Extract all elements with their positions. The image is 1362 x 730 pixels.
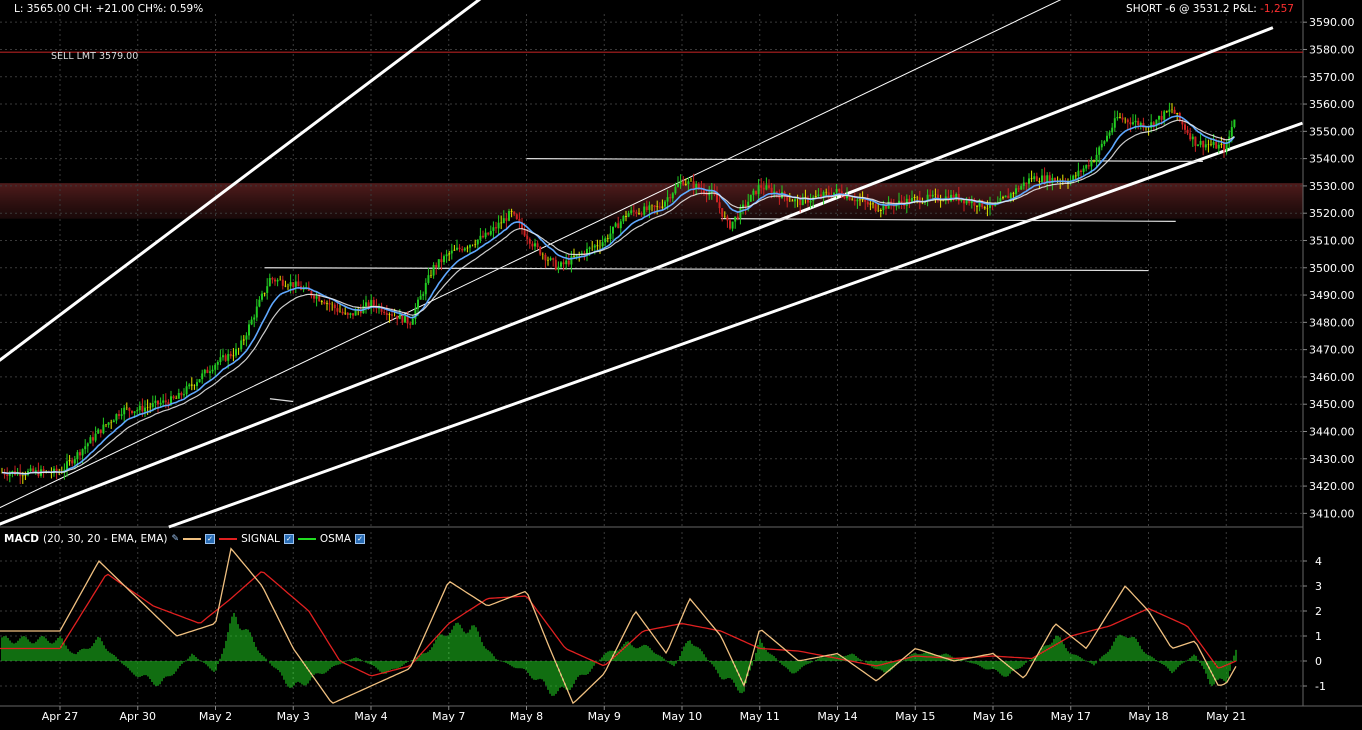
support-resistance-line <box>269 398 294 403</box>
price-tick-label: 3430.00 <box>1309 453 1355 466</box>
macd-params: (20, 30, 20 - EMA, EMA) <box>43 533 168 545</box>
time-tick-label: May 18 <box>1128 710 1168 723</box>
price-tick-label: 3560.00 <box>1309 98 1355 111</box>
sell-limit-order-label[interactable]: SELL LMT 3579.00 <box>51 51 138 62</box>
price-chart[interactable]: 3410.00 3420.00 3430.00 3440.00 3450.00 3460.… <box>0 0 1362 730</box>
price-tick-label: 3460.00 <box>1309 371 1355 384</box>
macd-title: MACD <box>4 533 39 545</box>
pnl-value: -1,257 <box>1260 3 1294 15</box>
macd-legend: MACD (20, 30, 20 - EMA, EMA) ✎ ✓ SIGNAL … <box>4 532 370 546</box>
price-tick-label: 3590.00 <box>1309 16 1355 29</box>
channel-middle-line <box>0 26 1274 526</box>
price-tick-label: 3550.00 <box>1309 125 1355 138</box>
price-tick-label: 3470.00 <box>1309 344 1355 357</box>
time-tick-label: May 16 <box>973 710 1013 723</box>
time-tick-label: Apr 27 <box>42 710 79 723</box>
price-tick-label: 3540.00 <box>1309 153 1355 166</box>
price-tick-label: 3580.00 <box>1309 43 1355 56</box>
time-tick-label: May 8 <box>510 710 543 723</box>
signal-toggle-checkbox[interactable]: ✓ <box>283 534 294 544</box>
price-tick-label: 3440.00 <box>1309 425 1355 438</box>
time-tick-label: May 9 <box>588 710 621 723</box>
price-tick-label: 3500.00 <box>1309 262 1355 275</box>
price-tick-label: 3570.00 <box>1309 71 1355 84</box>
time-tick-label: May 14 <box>817 710 857 723</box>
signal-swatch <box>219 538 238 540</box>
macd-tick-label: 1 <box>1315 630 1322 643</box>
price-tick-label: 3480.00 <box>1309 316 1355 329</box>
signal-label: SIGNAL <box>241 533 280 545</box>
time-tick-label: May 7 <box>432 710 465 723</box>
time-tick-label: May 21 <box>1206 710 1246 723</box>
macd-line <box>0 547 1237 705</box>
time-tick-label: May 17 <box>1051 710 1091 723</box>
time-tick-label: May 4 <box>354 710 387 723</box>
position-summary: SHORT -6 @ 3531.2 P&L: -1,257 <box>1126 3 1294 15</box>
osma-toggle-checkbox[interactable]: ✓ <box>355 534 366 544</box>
support-resistance-line <box>720 218 1176 222</box>
macd-tick-label: 3 <box>1315 580 1322 593</box>
quote-summary: L: 3565.00 CH: +21.00 CH%: 0.59% <box>14 3 204 15</box>
time-tick-label: May 15 <box>895 710 935 723</box>
price-tick-label: 3420.00 <box>1309 480 1355 493</box>
time-tick-label: May 2 <box>199 710 232 723</box>
macd-tick-label: 0 <box>1315 655 1322 668</box>
macd-swatch <box>183 538 202 540</box>
macd-tick-label: 4 <box>1315 555 1322 568</box>
macd-tick-label: -1 <box>1315 680 1326 693</box>
price-tick-label: 3520.00 <box>1309 207 1355 220</box>
osma-swatch <box>297 538 316 540</box>
price-tick-label: 3530.00 <box>1309 180 1355 193</box>
price-tick-label: 3450.00 <box>1309 398 1355 411</box>
time-tick-label: May 10 <box>662 710 702 723</box>
time-tick-label: May 3 <box>277 710 310 723</box>
macd-tick-label: 2 <box>1315 605 1322 618</box>
price-tick-label: 3410.00 <box>1309 507 1355 520</box>
time-tick-label: May 11 <box>740 710 780 723</box>
price-tick-label: 3510.00 <box>1309 234 1355 247</box>
macd-toggle-checkbox[interactable]: ✓ <box>205 534 216 544</box>
settings-icon[interactable]: ✎ <box>172 534 180 544</box>
position-text: SHORT -6 @ 3531.2 P&L: <box>1126 3 1257 15</box>
osma-label: OSMA <box>319 533 352 545</box>
time-tick-label: Apr 30 <box>119 710 156 723</box>
price-tick-label: 3490.00 <box>1309 289 1355 302</box>
